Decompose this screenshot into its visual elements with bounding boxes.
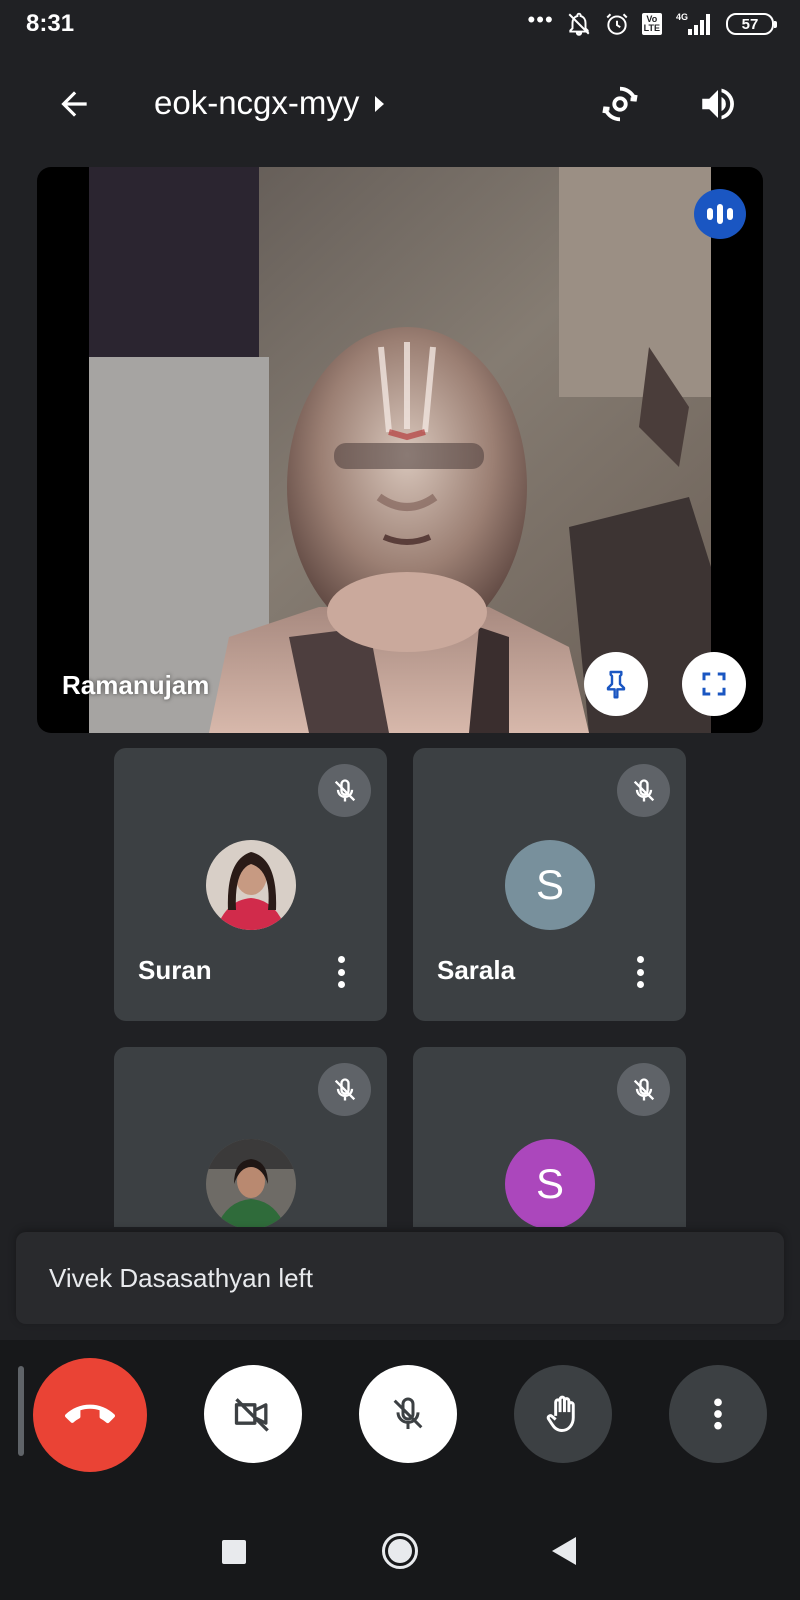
battery-indicator: 57	[726, 13, 777, 35]
camera-toggle-button[interactable]	[204, 1365, 302, 1463]
main-video-feed	[89, 167, 711, 733]
top-bar: eok-ncgx-myy	[0, 60, 800, 150]
pin-icon	[606, 670, 626, 699]
meeting-code: eok-ncgx-myy	[154, 84, 360, 121]
participant-name: Suran	[138, 955, 212, 985]
participant-tile[interactable]: S	[413, 1047, 686, 1227]
avatar-initial: S	[505, 1139, 595, 1227]
fullscreen-button[interactable]	[682, 652, 746, 716]
toast-message: Vivek Dasasathyan left	[49, 1262, 313, 1293]
video-frame	[89, 167, 711, 733]
more-options-button[interactable]	[669, 1365, 767, 1463]
bell-off-icon	[568, 12, 590, 36]
pin-button[interactable]	[584, 652, 648, 716]
participant-menu-button[interactable]	[331, 952, 351, 992]
speaker-button[interactable]	[694, 80, 742, 128]
svg-text:4G: 4G	[676, 12, 688, 22]
back-button[interactable]	[50, 80, 98, 128]
switch-camera-icon	[602, 86, 638, 122]
participant-tile[interactable]	[114, 1047, 387, 1227]
speaker-icon	[702, 88, 734, 120]
volte-icon: Vo LTE	[641, 13, 662, 35]
system-nav-bar	[0, 1500, 800, 1600]
avatar	[206, 840, 296, 930]
status-icons: ••• Vo LTE 4G 57	[527, 7, 777, 38]
more-vert-icon	[714, 1398, 722, 1430]
mic-off-icon	[318, 764, 371, 817]
video-off-icon	[234, 1398, 269, 1432]
raise-hand-button[interactable]	[514, 1365, 612, 1463]
participant-tile[interactable]: S Sarala	[413, 748, 686, 1021]
back-arrow-icon	[61, 91, 87, 117]
call-controls	[0, 1340, 800, 1500]
recents-button[interactable]	[222, 1540, 246, 1564]
mic-off-icon	[617, 764, 670, 817]
participant-menu-button[interactable]	[630, 952, 650, 992]
mic-off-icon	[393, 1397, 423, 1429]
mic-off-icon	[617, 1063, 670, 1116]
participant-name: Sarala	[437, 955, 516, 985]
toast-notification: Vivek Dasasathyan left	[16, 1232, 784, 1324]
drag-handle[interactable]	[18, 1366, 24, 1456]
switch-camera-button[interactable]	[596, 80, 644, 128]
caret-right-icon	[375, 96, 385, 112]
status-time: 8:31	[26, 10, 75, 37]
main-speaker-name: Ramanujam	[62, 670, 210, 700]
fullscreen-icon	[702, 672, 726, 696]
participant-tile[interactable]: Suran	[114, 748, 387, 1021]
more-notifications-icon: •••	[527, 7, 554, 32]
status-bar: 8:31 ••• Vo LTE 4G 57	[0, 0, 800, 50]
avatar	[206, 1139, 296, 1227]
main-video-tile[interactable]	[37, 167, 763, 733]
meeting-title[interactable]: eok-ncgx-myy	[154, 84, 385, 122]
end-call-icon	[65, 1404, 115, 1424]
home-button[interactable]	[382, 1533, 418, 1569]
speaking-indicator-icon	[694, 189, 746, 239]
signal-icon: 4G	[676, 12, 710, 35]
mic-off-icon	[318, 1063, 371, 1116]
mic-toggle-button[interactable]	[359, 1365, 457, 1463]
alarm-icon	[606, 13, 628, 35]
raise-hand-icon	[546, 1395, 575, 1432]
system-back-button[interactable]	[552, 1537, 576, 1565]
end-call-button[interactable]	[33, 1358, 147, 1472]
avatar-initial: S	[505, 840, 595, 930]
